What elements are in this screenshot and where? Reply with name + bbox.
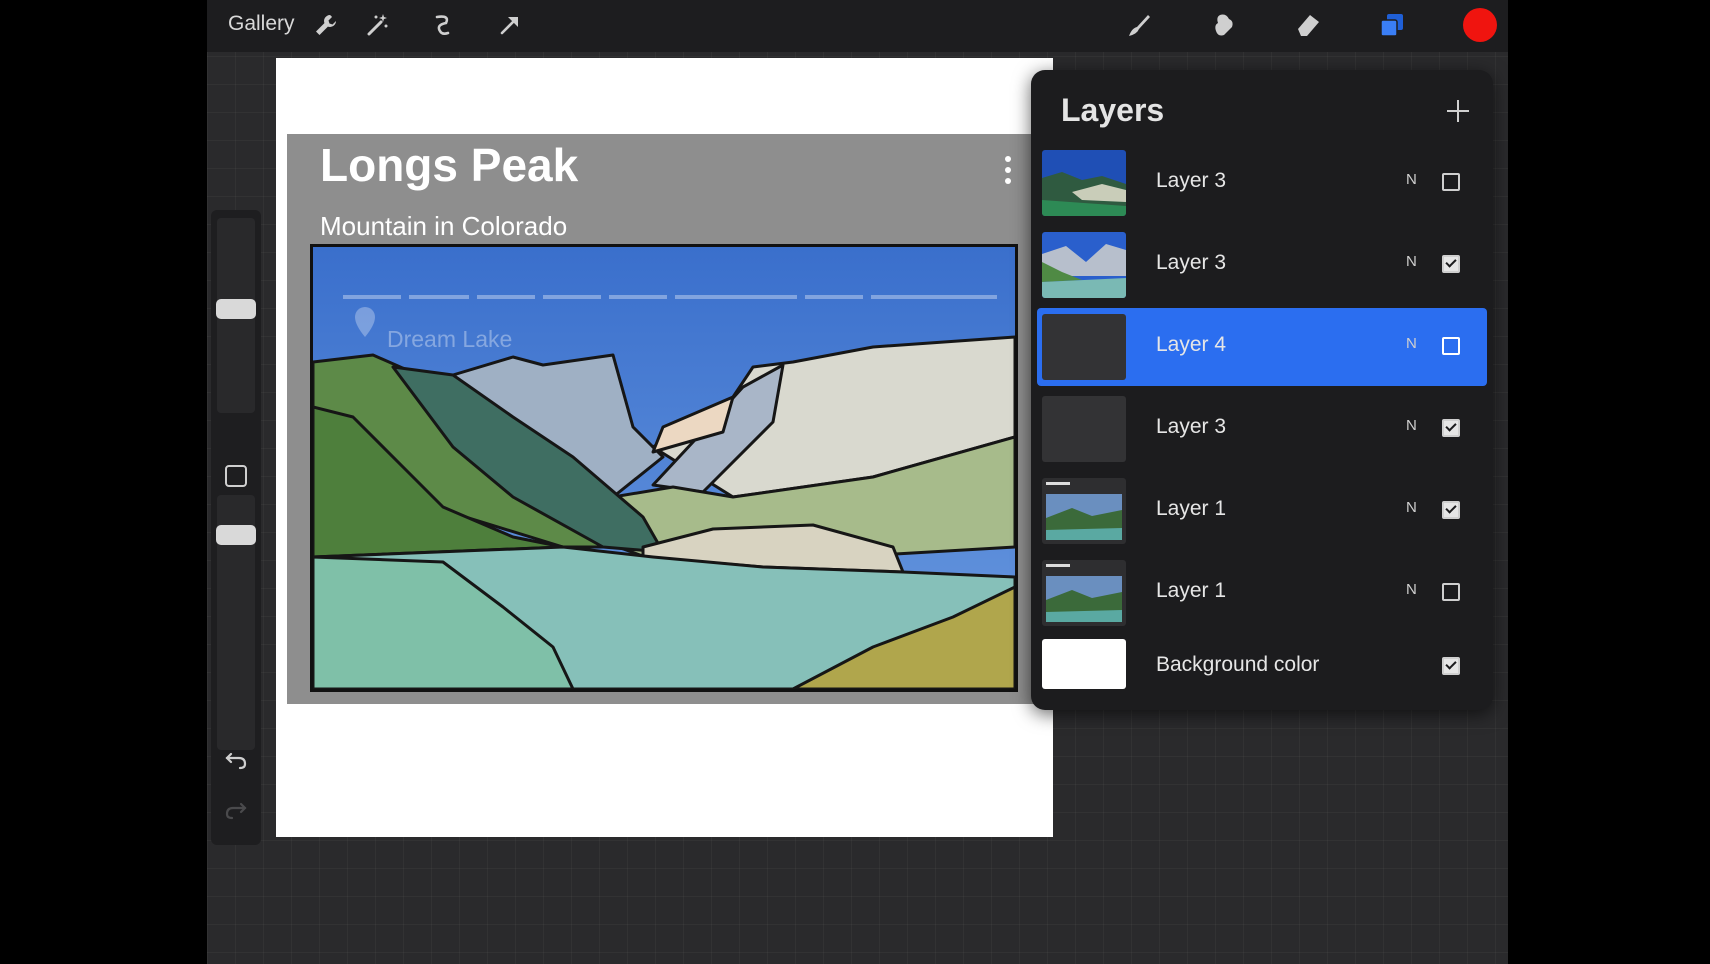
layer-thumbnail <box>1042 314 1126 380</box>
layer-name: Layer 1 <box>1156 579 1227 602</box>
layer-row[interactable]: Layer 1 N <box>1037 554 1487 632</box>
opacity-handle[interactable] <box>216 525 256 545</box>
layer-thumbnail <box>1042 150 1126 216</box>
visibility-checkbox[interactable] <box>1442 419 1460 437</box>
wrench-icon[interactable] <box>309 8 343 42</box>
background-color-row[interactable]: Background color <box>1037 636 1487 706</box>
landscape-art <box>313 247 1015 689</box>
layer-row-active[interactable]: Layer 4 N <box>1037 308 1487 386</box>
layer-name: Layer 3 <box>1156 251 1227 274</box>
background-thumbnail <box>1042 639 1126 689</box>
layer-thumbnail <box>1042 396 1126 462</box>
smudge-icon[interactable] <box>1207 8 1241 42</box>
card-subtitle: Mountain in Colorado <box>320 211 568 241</box>
card-title: Longs Peak <box>320 139 579 191</box>
color-picker-button[interactable] <box>1463 8 1497 42</box>
layer-thumbnail <box>1042 232 1126 298</box>
stained-glass-landscape: Dream Lake <box>310 244 1018 692</box>
layer-name: Layer 3 <box>1156 169 1227 192</box>
blend-mode-button[interactable]: N <box>1406 171 1417 188</box>
blend-mode-button[interactable]: N <box>1406 499 1417 516</box>
background-visibility-checkbox[interactable] <box>1442 657 1460 675</box>
brush-icon[interactable] <box>1122 8 1156 42</box>
undo-icon[interactable] <box>223 746 249 772</box>
layer-row[interactable]: Layer 1 N <box>1037 472 1487 550</box>
layer-row[interactable]: Layer 3 N <box>1037 390 1487 468</box>
layer-row[interactable]: Layer 3 N <box>1037 226 1487 304</box>
magic-wand-icon[interactable] <box>361 8 395 42</box>
info-card: Longs Peak Mountain in Colorado Dream La… <box>287 134 1063 704</box>
add-layer-icon[interactable] <box>1445 98 1471 124</box>
layer-name: Layer 4 <box>1156 333 1227 356</box>
layer-name: Layer 3 <box>1156 415 1227 438</box>
drawing-canvas[interactable]: Longs Peak Mountain in Colorado Dream La… <box>276 58 1063 837</box>
gallery-button[interactable]: Gallery <box>228 12 295 36</box>
modify-button[interactable] <box>225 465 247 487</box>
selection-icon[interactable] <box>425 8 459 42</box>
visibility-checkbox[interactable] <box>1442 337 1460 355</box>
top-toolbar: Gallery <box>207 0 1508 52</box>
layer-thumbnail <box>1042 560 1126 626</box>
blend-mode-button[interactable]: N <box>1406 253 1417 270</box>
layer-name: Layer 1 <box>1156 497 1227 520</box>
visibility-checkbox[interactable] <box>1442 501 1460 519</box>
layers-panel: Layers Layer 3 N Layer 3 N Layer 4 N Lay… <box>1031 70 1493 710</box>
blend-mode-button[interactable]: N <box>1406 417 1417 434</box>
visibility-checkbox[interactable] <box>1442 173 1460 191</box>
location-label: Dream Lake <box>387 326 513 352</box>
layers-icon[interactable] <box>1375 8 1409 42</box>
layer-row[interactable]: Layer 3 N <box>1037 144 1487 222</box>
eraser-icon[interactable] <box>1291 8 1325 42</box>
redo-icon[interactable] <box>223 796 249 822</box>
layer-thumbnail <box>1042 478 1126 544</box>
layers-title: Layers <box>1061 92 1165 128</box>
blend-mode-button[interactable]: N <box>1406 581 1417 598</box>
visibility-checkbox[interactable] <box>1442 583 1460 601</box>
transform-icon[interactable] <box>493 8 527 42</box>
blend-mode-button[interactable]: N <box>1406 335 1417 352</box>
procreate-app: Gallery Longs Peak Mountain in Colorado … <box>207 0 1508 964</box>
left-sidebar <box>211 210 261 845</box>
more-options-icon <box>1005 156 1011 184</box>
brush-size-handle[interactable] <box>216 299 256 319</box>
background-layer-name: Background color <box>1156 653 1320 676</box>
visibility-checkbox[interactable] <box>1442 255 1460 273</box>
